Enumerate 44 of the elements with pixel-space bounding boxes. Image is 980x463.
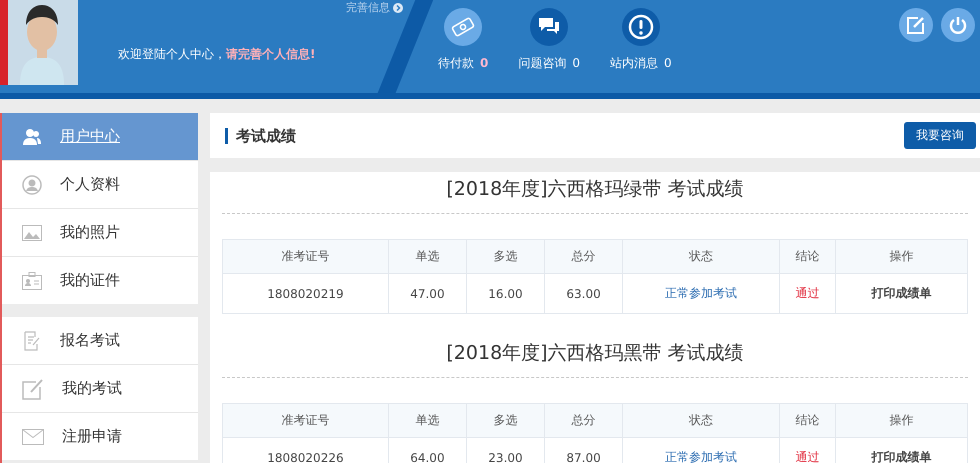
stat-link[interactable]: 待付款 0 (438, 8, 488, 93)
column-header: 结论 (779, 240, 836, 274)
edit-icon (22, 378, 44, 400)
column-header: 单选 (388, 240, 466, 274)
table-cell: 1808020219 (222, 274, 388, 314)
column-header: 总分 (544, 240, 623, 274)
exclamation-icon (628, 14, 654, 40)
section-title: [2018年度]六西格玛绿带 考试成绩 (222, 172, 968, 214)
column-header: 总分 (544, 404, 623, 438)
person-icon (22, 174, 42, 194)
banknote-icon (451, 15, 476, 39)
image-icon (22, 224, 42, 240)
column-header: 操作 (836, 404, 968, 438)
users-icon (22, 128, 42, 146)
table-cell: 通过 (779, 274, 836, 314)
welcome-text: 欢迎登陆个人中心，请完善个人信息! (118, 46, 316, 63)
stat-link[interactable]: 站内消息 0 (610, 8, 672, 93)
column-header: 单选 (388, 404, 466, 438)
table-cell: 16.00 (466, 274, 545, 314)
table-cell: 1808020226 (222, 438, 388, 463)
stat-link[interactable]: 问题咨询 0 (518, 8, 580, 93)
edit-button[interactable] (899, 8, 933, 42)
table-cell: 47.00 (388, 274, 466, 314)
table-cell: 63.00 (544, 274, 623, 314)
consult-button[interactable]: 我要咨询 (904, 122, 976, 149)
document-icon (22, 330, 42, 350)
power-button[interactable] (941, 8, 975, 42)
column-header: 准考证号 (222, 404, 388, 438)
column-header: 多选 (466, 404, 545, 438)
chevron-icon (393, 2, 403, 12)
column-header: 多选 (466, 240, 545, 274)
column-header: 状态 (622, 404, 780, 438)
table-link[interactable]: 打印成绩单 (836, 274, 968, 314)
column-header: 准考证号 (222, 240, 388, 274)
page-title: 考试成绩 (225, 128, 296, 144)
edit-icon (907, 16, 925, 34)
table-link[interactable]: 正常参加考试 (622, 274, 780, 314)
section-title: [2018年度]六西格玛黑带 考试成绩 (222, 336, 968, 378)
envelope-icon (22, 428, 44, 444)
column-header: 状态 (622, 240, 780, 274)
id-card-icon (22, 272, 42, 290)
power-icon (949, 16, 967, 34)
column-header: 操作 (836, 240, 968, 274)
column-header: 结论 (779, 404, 836, 438)
